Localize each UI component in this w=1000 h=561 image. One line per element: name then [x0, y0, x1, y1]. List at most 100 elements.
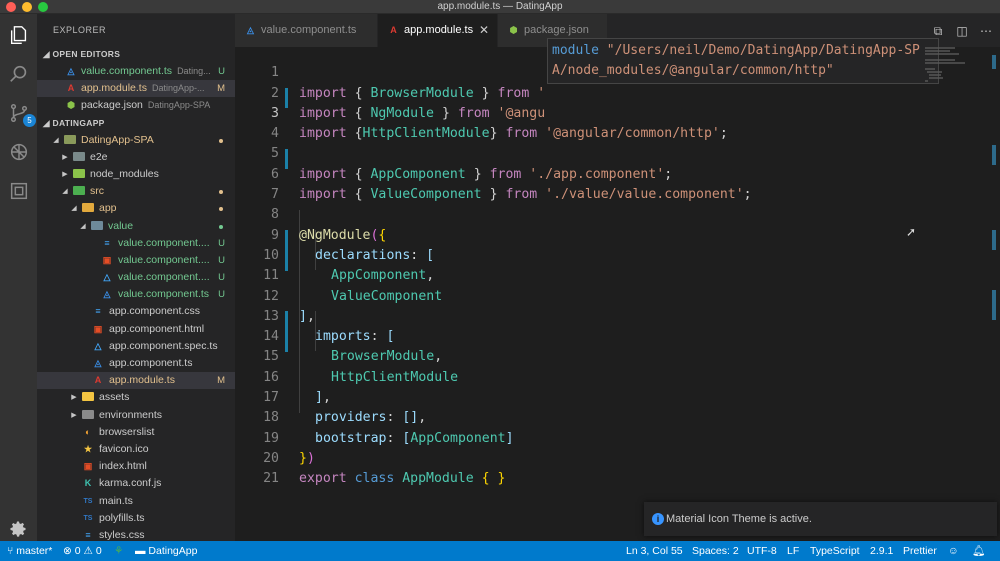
tree-file[interactable]: ★ favicon.ico [37, 441, 235, 458]
chevron-right-icon: ▶ [71, 394, 77, 402]
chevron-down-icon: ◢ [80, 222, 86, 230]
tree-file[interactable]: ▣ value.component.... U [37, 252, 235, 269]
html-icon: ▣ [83, 461, 93, 472]
tab-label: app.module.ts [404, 24, 474, 36]
activity-bar: 5 [0, 14, 37, 541]
typescript-version[interactable]: 2.9.1 [870, 541, 893, 561]
tree-file[interactable]: A app.module.ts M [37, 372, 235, 390]
gear-icon[interactable] [8, 519, 28, 539]
open-editor-name: app.module.ts [81, 82, 147, 95]
tree-file[interactable]: ≡ styles.css [37, 527, 235, 541]
chevron-down-icon: ◢ [71, 205, 77, 213]
smiley-icon[interactable]: ☺ [948, 541, 959, 561]
branch-indicator[interactable]: ⑂ master* [7, 541, 52, 561]
code-line: 6 import { ValueComponent } from './valu… [235, 145, 935, 202]
window-title: app.module.ts — DatingApp [437, 1, 563, 12]
bell-icon[interactable]: 🔔︎ [972, 541, 985, 561]
hover-path-line1: "/Users/neil/Demo/DatingApp/DatingApp-SP [598, 43, 920, 58]
indentation[interactable]: Spaces: 2 [692, 541, 739, 561]
prettier-indicator[interactable]: Prettier [903, 541, 937, 561]
chevron-down-icon: ◢ [43, 49, 53, 59]
tree-folder[interactable]: ◢ value [37, 218, 235, 235]
tree-file[interactable]: ≡ app.component.css [37, 303, 235, 320]
tab-app-module[interactable]: A app.module.ts ✕ [378, 14, 498, 47]
folder-icon [82, 203, 94, 213]
encoding[interactable]: UTF-8 [747, 541, 777, 561]
tree-file[interactable]: ▣ index.html [37, 458, 235, 475]
notification-text: Material Icon Theme is active. [666, 513, 812, 525]
status-badge: M [217, 83, 225, 95]
mouse-pointer-icon: ➚ [906, 225, 917, 239]
problems-indicator[interactable]: ⊗ 0 ⚠ 0 [63, 541, 102, 561]
untracked-dot [219, 224, 223, 229]
code-line-current: 3 import {HttpClientModule} from '@angul… [235, 84, 935, 141]
explorer-icon[interactable] [6, 22, 31, 47]
tree-file[interactable]: ▣ app.component.html [37, 321, 235, 338]
test-flask-icon: △ [103, 272, 111, 283]
split-editor-icon[interactable]: ◫ [954, 23, 970, 39]
error-icon: ⊗ [63, 545, 75, 557]
tree-file[interactable]: ≡ value.component.... U [37, 235, 235, 252]
tree-file[interactable]: TS main.ts [37, 493, 235, 510]
npm-icon: ⬢ [67, 100, 75, 111]
tree-folder[interactable]: ◢ src [37, 183, 235, 200]
tree-file[interactable]: △ app.component.spec.ts [37, 338, 235, 355]
html-icon: ▣ [93, 323, 103, 334]
open-editors-header[interactable]: ◢ OPEN EDITORS [37, 46, 235, 63]
tree-folder[interactable]: ▶ assets [37, 389, 235, 406]
explorer-title: EXPLORER [53, 25, 107, 35]
tree-file[interactable]: ◐ browserslist [37, 424, 235, 441]
open-changes-icon[interactable]: ⧉ [930, 23, 946, 39]
extensions-icon[interactable] [6, 178, 31, 203]
hover-path-line2: A/node_modules/@angular/common/http" [552, 63, 834, 78]
notification-toast[interactable]: i Material Icon Theme is active. [644, 502, 997, 536]
line-ending[interactable]: LF [787, 541, 799, 561]
workspace-header[interactable]: ◢ DATINGAPP [37, 115, 235, 132]
code-line: 16 ], [235, 348, 935, 405]
branch-name: master* [16, 545, 53, 557]
more-actions-icon[interactable]: ⋯ [978, 23, 994, 39]
code-editor[interactable]: 1 import { BrowserModule } from ' 2 impo… [235, 47, 1000, 541]
live-share-icon[interactable]: ⚘ [114, 541, 123, 561]
tree-label: DatingApp-SPA [81, 133, 154, 146]
folder-indicator[interactable]: ▬ DatingApp [135, 541, 197, 561]
open-editor-item[interactable]: ⬢ package.json DatingApp-SPA [37, 97, 235, 114]
chevron-down-icon: ◢ [53, 136, 59, 144]
open-editor-item[interactable]: A app.module.ts DatingApp-... M [37, 80, 235, 98]
code-line: 12 ], [235, 266, 935, 324]
tree-folder[interactable]: ◢ DatingApp-SPA [37, 132, 235, 149]
debug-icon[interactable] [6, 139, 31, 164]
open-editor-desc: Dating... [177, 66, 211, 76]
token-bracket: { } [473, 471, 506, 487]
tree-file[interactable]: K karma.conf.js [37, 475, 235, 492]
folder-icon [73, 151, 85, 161]
tree-folder[interactable]: ▶ e2e [37, 149, 235, 166]
tree-file[interactable]: △ value.component.... U [37, 269, 235, 286]
folder-name: DatingApp [148, 545, 198, 557]
folder-icon [82, 392, 94, 402]
tree-file[interactable]: ◬ app.component.ts [37, 355, 235, 372]
tree-folder[interactable]: ◢ app [37, 200, 235, 217]
source-control-icon[interactable]: 5 [6, 100, 36, 127]
cursor-position[interactable]: Ln 3, Col 55 [626, 541, 683, 561]
open-editor-item[interactable]: ◬ value.component.ts Dating... U [37, 63, 235, 80]
tree-folder[interactable]: ▶ environments [37, 407, 235, 424]
hover-keyword: module [552, 43, 599, 58]
tree-file[interactable]: TS polyfills.ts [37, 510, 235, 527]
tab-value-component[interactable]: ◬ value.component.ts [235, 14, 378, 47]
code-line: 21 [235, 449, 935, 486]
tree-folder[interactable]: ▶ node_modules [37, 166, 235, 183]
scm-badge: 5 [23, 114, 36, 127]
css-icon: ≡ [85, 529, 91, 540]
explorer-sidebar: EXPLORER ◢ OPEN EDITORS ◬ value.componen… [37, 14, 235, 541]
search-icon[interactable] [6, 61, 31, 86]
tree-label: value.component.... [118, 236, 210, 249]
open-editor-name: package.json [81, 99, 143, 112]
language-mode[interactable]: TypeScript [810, 541, 860, 561]
tree-file[interactable]: ◬ value.component.ts U [37, 286, 235, 303]
minimap[interactable] [925, 47, 987, 107]
code-line: 15 HttpClientModule [235, 327, 935, 384]
open-editors-label: OPEN EDITORS [52, 49, 121, 59]
close-icon[interactable]: ✕ [479, 14, 489, 47]
tree-label: styles.css [99, 528, 145, 541]
